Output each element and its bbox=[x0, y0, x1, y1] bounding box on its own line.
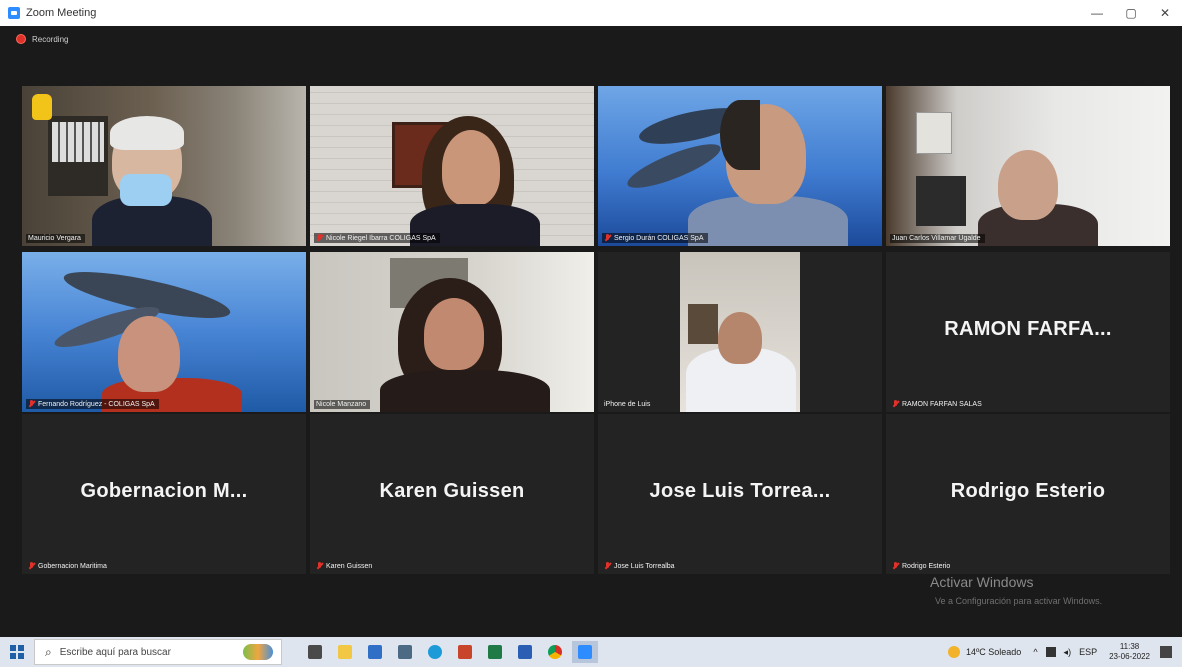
video-tile-mauricio[interactable]: Mauricio Vergara bbox=[22, 86, 306, 246]
participant-name: Rodrigo Esterio bbox=[890, 561, 954, 571]
recording-label: Recording bbox=[32, 34, 69, 44]
video-feed bbox=[598, 252, 882, 412]
activate-windows-subtitle: Ve a Configuración para activar Windows. bbox=[935, 596, 1103, 606]
chrome-icon[interactable] bbox=[542, 641, 568, 663]
participant-name: Nicole Riegel Ibarra COLIGAS SpA bbox=[314, 233, 440, 243]
video-tile-jose-luis[interactable]: Jose Luis Torrea... Jose Luis Torrealba bbox=[598, 414, 882, 574]
video-tile-karen[interactable]: Karen Guissen Karen Guissen bbox=[310, 414, 594, 574]
zoom-app-icon bbox=[8, 7, 20, 19]
volume-icon[interactable]: ◂) bbox=[1064, 647, 1072, 658]
recording-indicator[interactable]: Recording bbox=[16, 34, 68, 44]
video-tile-gobernacion[interactable]: Gobernacion M... Gobernacion Maritima bbox=[22, 414, 306, 574]
participant-name: Sergio Durán COLIGAS SpA bbox=[602, 233, 708, 243]
maximize-button[interactable]: ▢ bbox=[1114, 0, 1148, 26]
meeting-gallery: Recording Mauricio Vergara Nicole Riegel… bbox=[6, 26, 1176, 635]
video-feed bbox=[886, 86, 1170, 246]
system-tray: 14ºC Soleado ^ ◂) ESP 11:38 23-06-2022 bbox=[947, 637, 1182, 667]
language-label[interactable]: ESP bbox=[1079, 647, 1097, 657]
mic-muted-icon bbox=[316, 234, 323, 242]
date-label: 23-06-2022 bbox=[1109, 652, 1150, 661]
participant-name: Mauricio Vergara bbox=[26, 234, 85, 243]
window-title: Zoom Meeting bbox=[26, 7, 97, 19]
participant-name: iPhone de Luis bbox=[604, 401, 651, 408]
participant-name: Jose Luis Torrealba bbox=[602, 561, 679, 571]
sun-icon bbox=[947, 646, 960, 658]
search-placeholder: Escribe aquí para buscar bbox=[59, 646, 171, 658]
start-button[interactable] bbox=[0, 637, 34, 667]
mic-muted-icon bbox=[892, 400, 899, 408]
participant-display-name: Jose Luis Torrea... bbox=[649, 480, 831, 502]
taskbar-apps bbox=[300, 641, 600, 663]
video-tile-fernando[interactable]: Fernando Rodríguez - COLIGAS SpA bbox=[22, 252, 306, 412]
mic-muted-icon bbox=[28, 400, 35, 408]
video-tile-sergio[interactable]: Sergio Durán COLIGAS SpA bbox=[598, 86, 882, 246]
battery-icon[interactable] bbox=[1045, 647, 1056, 657]
powerpoint-icon[interactable] bbox=[452, 641, 478, 663]
windows-logo-icon bbox=[10, 645, 24, 659]
file-explorer-icon[interactable] bbox=[332, 641, 358, 663]
mic-muted-icon bbox=[316, 562, 323, 570]
mail-icon[interactable] bbox=[362, 641, 388, 663]
video-tile-ramon[interactable]: RAMON FARFA... RAMON FARFAN SALAS bbox=[886, 252, 1170, 412]
notifications-icon[interactable] bbox=[1160, 646, 1172, 658]
participant-display-name: Karen Guissen bbox=[379, 480, 525, 502]
raised-hand-icon bbox=[32, 94, 52, 120]
window-controls: — ▢ ✕ bbox=[1080, 0, 1182, 26]
participant-name: Karen Guissen bbox=[314, 561, 376, 571]
close-button[interactable]: ✕ bbox=[1148, 0, 1182, 26]
windows-taskbar: ⌕ Escribe aquí para buscar 14ºC Soleado … bbox=[0, 637, 1182, 667]
mic-muted-icon bbox=[892, 562, 899, 570]
dolphin-icon bbox=[623, 136, 725, 196]
video-tile-nicole-riegel[interactable]: Nicole Riegel Ibarra COLIGAS SpA bbox=[310, 86, 594, 246]
video-tile-rodrigo[interactable]: Rodrigo Esterio Rodrigo Esterio bbox=[886, 414, 1170, 574]
search-icon: ⌕ bbox=[45, 644, 52, 659]
word-icon[interactable] bbox=[512, 641, 538, 663]
participant-name: Nicole Manzano bbox=[314, 400, 371, 409]
clock[interactable]: 11:38 23-06-2022 bbox=[1109, 642, 1150, 662]
tray-chevron-icon[interactable]: ^ bbox=[1033, 647, 1037, 657]
participant-name: RAMON FARFAN SALAS bbox=[890, 399, 986, 409]
video-feed bbox=[598, 86, 882, 246]
mic-muted-icon bbox=[604, 234, 611, 242]
search-highlight-icon bbox=[243, 644, 273, 660]
store-icon[interactable] bbox=[392, 641, 418, 663]
participant-display-name: RAMON FARFA... bbox=[944, 318, 1112, 340]
taskbar-search-input[interactable]: ⌕ Escribe aquí para buscar bbox=[34, 639, 282, 665]
video-tile-iphone-luis[interactable]: iPhone de Luis bbox=[598, 252, 882, 412]
video-feed bbox=[310, 252, 594, 412]
video-feed bbox=[310, 86, 594, 246]
time-label: 11:38 bbox=[1119, 642, 1140, 651]
video-tile-juan-carlos[interactable]: Juan Carlos Villamar Ugalde bbox=[886, 86, 1170, 246]
video-feed bbox=[22, 86, 306, 246]
mic-muted-icon bbox=[28, 562, 35, 570]
participant-display-name: Rodrigo Esterio bbox=[950, 480, 1106, 502]
activate-windows-title: Activar Windows bbox=[930, 574, 1034, 590]
mic-muted-icon bbox=[604, 562, 611, 570]
participant-name: Fernando Rodríguez - COLIGAS SpA bbox=[26, 399, 159, 409]
recording-icon bbox=[16, 34, 26, 44]
weather-label[interactable]: 14ºC Soleado bbox=[966, 647, 1021, 657]
window-titlebar: Zoom Meeting — ▢ ✕ bbox=[0, 0, 1182, 26]
participant-name: Juan Carlos Villamar Ugalde bbox=[890, 234, 985, 243]
participant-display-name: Gobernacion M... bbox=[80, 480, 248, 502]
edge-icon[interactable] bbox=[422, 641, 448, 663]
minimize-button[interactable]: — bbox=[1080, 0, 1114, 26]
video-feed bbox=[22, 252, 306, 412]
excel-icon[interactable] bbox=[482, 641, 508, 663]
task-view-icon[interactable] bbox=[302, 641, 328, 663]
participant-name: Gobernacion Maritima bbox=[26, 561, 111, 571]
zoom-taskbar-icon[interactable] bbox=[572, 641, 598, 663]
video-tile-nicole-manzano[interactable]: Nicole Manzano bbox=[310, 252, 594, 412]
